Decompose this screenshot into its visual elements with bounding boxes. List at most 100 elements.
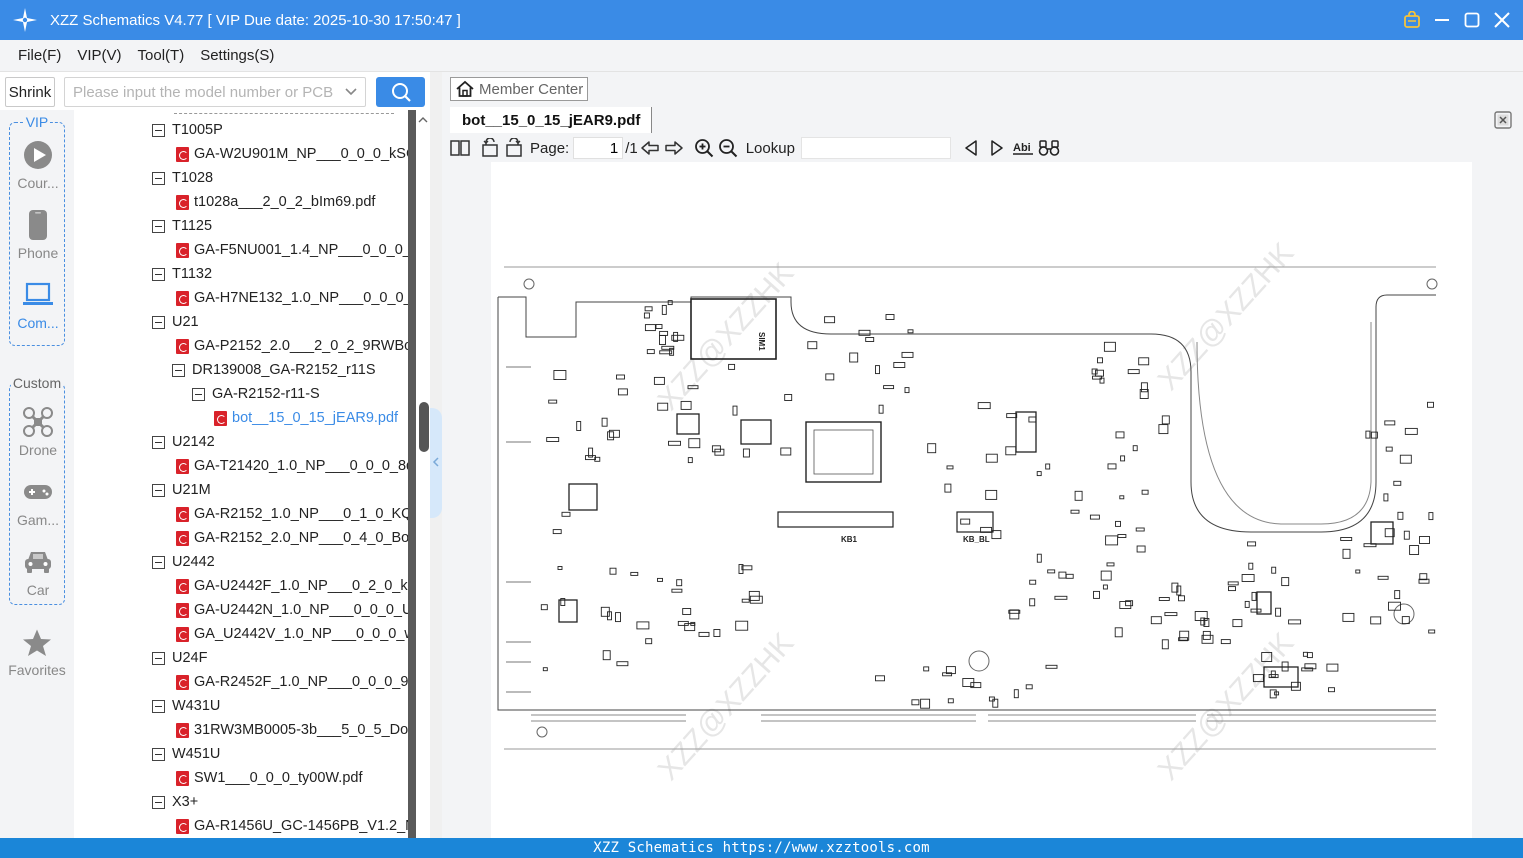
tree-folder[interactable]: T1125: [152, 214, 212, 238]
pcb-component: [732, 405, 738, 416]
zoom-in-icon[interactable]: [692, 136, 716, 160]
rotate-right-icon[interactable]: [502, 136, 526, 160]
previous-page-icon[interactable]: [638, 136, 662, 160]
tree-file[interactable]: GA-F5NU001_1.4_NP___0_0_0_9T: [176, 238, 408, 262]
tree-file[interactable]: GA-R2152_2.0_NP___0_4_0_BoXU: [176, 526, 408, 550]
collapse-tab[interactable]: [430, 408, 442, 518]
tree-file[interactable]: GA-T21420_1.0_NP___0_0_0_8qA: [176, 454, 408, 478]
collapse-toggle-icon[interactable]: [152, 219, 165, 233]
tree-file[interactable]: GA-R2152_1.0_NP___0_1_0_KQQ:: [176, 502, 408, 526]
pcb-component: [728, 363, 736, 370]
category-course[interactable]: Cour...: [10, 133, 66, 199]
tree-folder[interactable]: W431U: [152, 694, 220, 718]
collapse-toggle-icon[interactable]: [152, 171, 165, 185]
collapse-toggle-icon[interactable]: [152, 483, 165, 497]
tree-file[interactable]: GA-U2442N_1.0_NP___0_0_0_UB: [176, 598, 408, 622]
tree-file[interactable]: GA-P2152_2.0___2_0_2_9RWBc.p: [176, 334, 408, 358]
pcb-component: [1158, 424, 1169, 435]
pcb-component: [644, 324, 656, 332]
menu-vip[interactable]: VIP(V): [69, 47, 129, 64]
tree-folder[interactable]: U2142: [152, 430, 215, 454]
collapse-toggle-icon[interactable]: [152, 555, 165, 569]
menu-file[interactable]: File(F): [10, 47, 69, 64]
pcb-component: [1397, 511, 1404, 520]
tree-folder[interactable]: U24F: [152, 646, 207, 670]
maximize-icon[interactable]: [1461, 9, 1483, 31]
pdf-file-icon: [176, 194, 189, 210]
tree-file[interactable]: t1028a___2_0_2_bIm69.pdf: [176, 190, 375, 214]
menu-settings[interactable]: Settings(S): [192, 47, 282, 64]
tree-folder[interactable]: X3+: [152, 790, 198, 814]
collapse-toggle-icon[interactable]: [152, 795, 165, 809]
tree-folder[interactable]: T1005P: [152, 118, 223, 142]
splitter-grip[interactable]: [419, 402, 429, 452]
next-page-icon[interactable]: [662, 136, 686, 160]
dual-page-icon[interactable]: [448, 136, 472, 160]
pcb-component: [617, 388, 628, 396]
close-document-icon[interactable]: [1492, 109, 1514, 131]
collapse-toggle-icon[interactable]: [152, 267, 165, 281]
chevron-down-icon[interactable]: [337, 87, 365, 97]
pcb-component: [576, 421, 582, 431]
category-drone[interactable]: Drone: [10, 400, 66, 466]
pcb-component: [858, 329, 871, 336]
page-number-input[interactable]: [573, 137, 624, 159]
vip-bag-icon[interactable]: [1401, 9, 1423, 31]
pcb-component: [609, 567, 617, 575]
document-tab[interactable]: bot__15_0_15_jEAR9.pdf: [450, 107, 652, 133]
collapse-toggle-icon[interactable]: [152, 315, 165, 329]
search-button[interactable]: [376, 77, 425, 107]
tree-file[interactable]: bot__15_0_15_jEAR9.pdf: [214, 406, 398, 430]
pcb-component: [1008, 609, 1021, 614]
tree-scrollbar[interactable]: [408, 110, 416, 838]
tree-file[interactable]: SW1___0_0_0_ty00W.pdf: [176, 766, 362, 790]
pdf-page-canvas[interactable]: XZZ@XZZHKXZZ@XZZHKXZZ@XZZHKXZZ@XZZHK: [491, 162, 1472, 838]
lookup-input[interactable]: [800, 137, 951, 159]
tree-file[interactable]: GA-R1456U_GC-1456PB_V1.2_NI: [176, 814, 408, 838]
tree-file[interactable]: 31RW3MB0005-3b___5_0_5_Dob: [176, 718, 408, 742]
match-case-icon[interactable]: Abi: [1011, 136, 1035, 160]
category-phone[interactable]: Phone: [10, 203, 66, 269]
tree-file[interactable]: GA_U2442V_1.0_NP___0_0_0_w9F: [176, 622, 408, 646]
collapse-toggle-icon[interactable]: [192, 387, 205, 401]
binoculars-icon[interactable]: [1037, 136, 1061, 160]
model-search-combo[interactable]: [64, 77, 366, 107]
custom-category-group: Custom Drone Gam... Car: [9, 375, 66, 606]
minimize-icon[interactable]: [1431, 9, 1453, 31]
collapse-toggle-icon[interactable]: [152, 699, 165, 713]
tree-folder[interactable]: U21M: [152, 478, 211, 502]
find-next-icon[interactable]: [985, 136, 1009, 160]
tree-folder[interactable]: GA-R2152-r11-S: [192, 382, 320, 406]
shrink-button[interactable]: Shrink: [5, 77, 55, 107]
tree-folder[interactable]: U21: [152, 310, 199, 334]
tree-folder[interactable]: DR139008_GA-R2152_r11S: [172, 358, 376, 382]
zoom-out-icon[interactable]: [716, 136, 740, 160]
tree-file[interactable]: GA-U2442F_1.0_NP___0_2_0_kEY: [176, 574, 408, 598]
rotate-left-icon[interactable]: [478, 136, 502, 160]
scroll-up-icon[interactable]: [416, 110, 430, 130]
category-computer[interactable]: Com...: [10, 273, 66, 339]
tree-folder[interactable]: T1132: [152, 262, 212, 286]
favorites-button[interactable]: Favorites: [0, 628, 74, 678]
tree-file[interactable]: GA-W2U901M_NP___0_0_0_kSCA: [176, 142, 408, 166]
category-car[interactable]: Car: [10, 540, 66, 606]
category-game[interactable]: Gam...: [10, 470, 66, 536]
menu-tool[interactable]: Tool(T): [130, 47, 193, 64]
model-search-input[interactable]: [65, 78, 337, 106]
tree-file[interactable]: GA-H7NE132_1.0_NP___0_0_0_w: [176, 286, 408, 310]
tree-item-label: GA-R2452F_1.0_NP___0_0_0_9O3: [194, 674, 408, 690]
tree-folder[interactable]: T1028: [152, 166, 213, 190]
collapse-toggle-icon[interactable]: [152, 435, 165, 449]
tree-folder[interactable]: U2442: [152, 550, 215, 574]
collapse-toggle-icon[interactable]: [152, 651, 165, 665]
find-previous-icon[interactable]: [959, 136, 983, 160]
collapse-toggle-icon[interactable]: [152, 747, 165, 761]
collapse-toggle-icon[interactable]: [152, 123, 165, 137]
panel-splitter[interactable]: [419, 72, 442, 838]
tree-file[interactable]: GA-R2452F_1.0_NP___0_0_0_9O3: [176, 670, 408, 694]
collapse-toggle-icon[interactable]: [172, 363, 185, 377]
phone-icon: [22, 209, 54, 241]
member-center-button[interactable]: Member Center: [450, 77, 588, 101]
close-icon[interactable]: [1491, 9, 1513, 31]
tree-folder[interactable]: W451U: [152, 742, 220, 766]
